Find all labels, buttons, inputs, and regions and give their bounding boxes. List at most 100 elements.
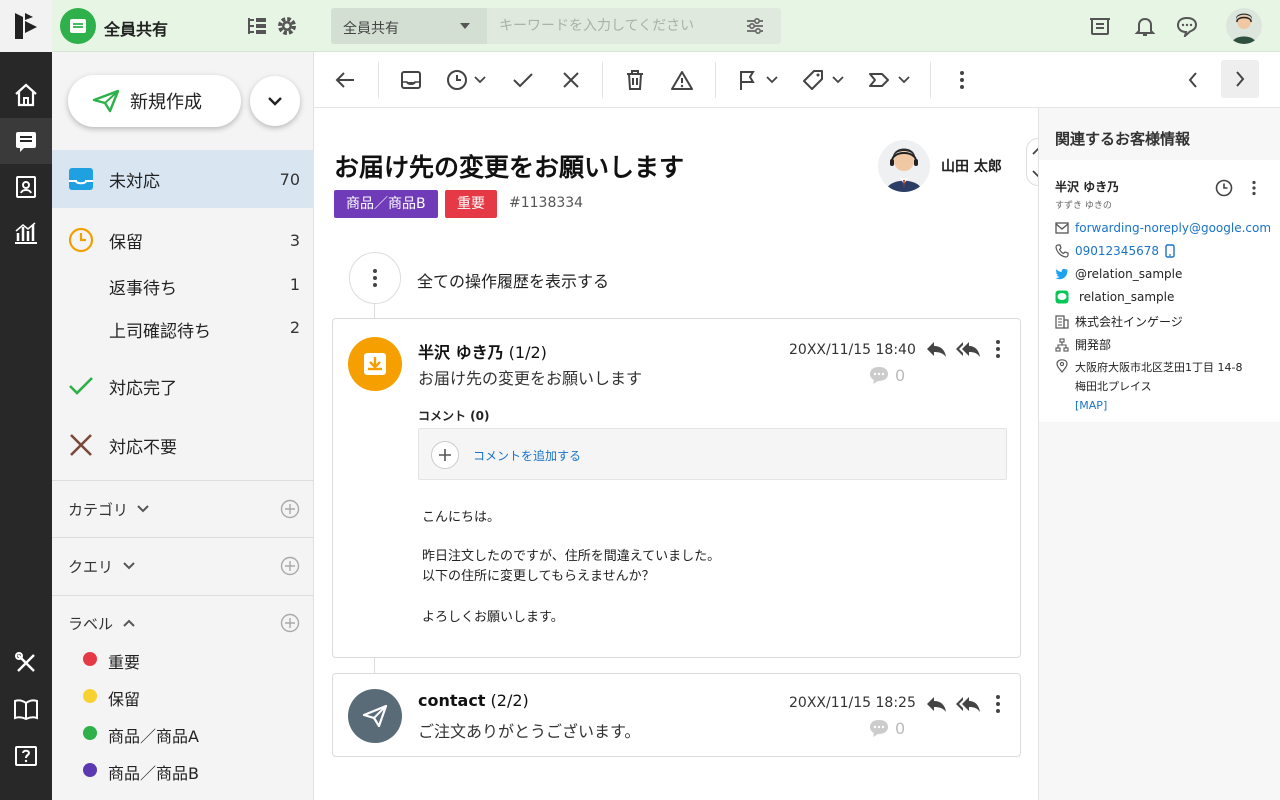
label-item[interactable]: 商品／商品B — [52, 752, 314, 788]
help-icon — [15, 746, 37, 766]
next-message-button[interactable] — [1221, 60, 1259, 98]
rail-settings[interactable] — [0, 640, 52, 686]
sidebar-item-unhandled[interactable]: 未対応 70 — [52, 150, 314, 208]
label-item[interactable]: 重要 — [52, 641, 314, 677]
customer-twitter-value: @relation_sample — [1075, 267, 1183, 281]
search-scope-value: 全員共有 — [343, 21, 399, 37]
plus-icon — [439, 449, 451, 461]
new-message-menu-button[interactable] — [250, 76, 300, 126]
sidebar-item-label: 未対応 — [109, 171, 160, 192]
mark-not-needed-button[interactable] — [562, 66, 580, 94]
delete-button[interactable] — [625, 66, 645, 94]
show-history-label[interactable]: 全ての操作履歴を表示する — [417, 268, 609, 292]
tag-icon — [803, 70, 823, 90]
rail-manual[interactable] — [0, 687, 52, 733]
more-actions-button[interactable] — [959, 66, 965, 94]
map-link[interactable]: [MAP] — [1075, 396, 1242, 415]
category-button[interactable] — [802, 66, 844, 94]
comment-bubble-icon — [870, 367, 888, 384]
warning-icon — [671, 71, 693, 90]
section-title: クエリ — [68, 558, 114, 576]
notifications-button[interactable] — [1133, 14, 1157, 38]
chevron-down-icon — [474, 76, 486, 84]
rail-messages[interactable] — [0, 118, 52, 164]
label-color-dot — [83, 763, 97, 777]
divider — [52, 537, 314, 538]
ticket-label-tag[interactable]: 重要 — [445, 190, 497, 218]
rail-home[interactable] — [0, 72, 52, 118]
sidebar-item-not-needed[interactable]: 対応不要 — [52, 416, 314, 474]
reply-all-icon[interactable] — [955, 695, 981, 713]
sender-line[interactable]: contact (2/2) — [418, 691, 529, 710]
more-vertical-icon[interactable] — [995, 694, 1001, 714]
ticket-category-tag[interactable]: 商品／商品B — [334, 190, 438, 218]
announcements-button[interactable] — [1088, 14, 1112, 38]
more-vertical-icon[interactable] — [995, 339, 1001, 359]
comment-count[interactable]: 0 — [869, 365, 905, 385]
reply-icon[interactable] — [925, 695, 947, 713]
more-vertical-icon — [373, 269, 377, 287]
chat-button[interactable] — [1175, 14, 1199, 38]
reply-all-icon[interactable] — [955, 340, 981, 358]
assignee-avatar[interactable] — [878, 140, 930, 192]
label-color-dot — [83, 726, 97, 740]
more-vertical-icon[interactable] — [1251, 180, 1257, 196]
sidebar-item-completed[interactable]: 対応完了 — [52, 357, 314, 415]
workspace-icon[interactable] — [60, 8, 96, 44]
customer-twitter[interactable]: @relation_sample — [1055, 267, 1182, 281]
sender-line[interactable]: 半沢 ゆき乃 (1/2) — [418, 339, 547, 363]
mark-pending-button[interactable] — [446, 66, 486, 94]
prev-message-button[interactable] — [1187, 66, 1199, 94]
add-category-icon[interactable] — [280, 499, 300, 519]
sidebar-item-awaiting-reply[interactable]: 返事待ち 1 — [52, 263, 314, 305]
chart-icon — [15, 222, 37, 244]
rail-reports[interactable] — [0, 210, 52, 256]
customer-department: 開発部 — [1055, 336, 1111, 353]
sidebar-item-manager-review[interactable]: 上司確認待ち 2 — [52, 306, 314, 348]
send-icon — [362, 704, 388, 728]
reply-icon[interactable] — [925, 340, 947, 358]
customer-phone[interactable]: 09012345678 — [1055, 244, 1175, 258]
mark-complete-button[interactable] — [512, 66, 534, 94]
label-button[interactable] — [868, 66, 910, 94]
comment-count[interactable]: 0 — [869, 718, 905, 738]
rail-help[interactable] — [0, 734, 52, 780]
rail-contacts[interactable] — [0, 164, 52, 210]
section-query[interactable]: クエリ — [52, 546, 314, 586]
label-item[interactable]: 商品／商品A — [52, 715, 314, 751]
label-item[interactable]: 保留 — [52, 678, 314, 714]
spam-button[interactable] — [671, 66, 693, 94]
message-card[interactable]: contact (2/2) ご注文ありがとうございます。 20XX/11/15 … — [332, 673, 1021, 757]
label-icon — [869, 73, 889, 87]
add-comment-box[interactable]: コメントを追加する — [418, 428, 1007, 480]
show-history-button[interactable] — [349, 252, 401, 304]
customer-email[interactable]: forwarding-noreply@google.com — [1055, 221, 1271, 235]
user-avatar[interactable] — [1226, 8, 1262, 44]
app-logo[interactable] — [0, 0, 52, 52]
search-scope-select[interactable]: 全員共有 — [331, 8, 487, 44]
section-label[interactable]: ラベル — [52, 603, 314, 643]
settings-button[interactable] — [275, 14, 299, 38]
add-comment-button[interactable] — [431, 441, 459, 469]
new-message-button[interactable]: 新規作成 — [68, 75, 241, 127]
add-label-icon[interactable] — [280, 613, 300, 633]
mobile-icon — [1165, 244, 1175, 258]
history-clock-icon[interactable] — [1215, 179, 1233, 197]
add-query-icon[interactable] — [280, 556, 300, 576]
flag-button[interactable] — [738, 66, 778, 94]
new-message-label: 新規作成 — [130, 92, 202, 113]
search-input[interactable] — [487, 8, 737, 44]
section-category[interactable]: カテゴリ — [52, 489, 314, 529]
tree-view-button[interactable] — [245, 14, 269, 38]
message-body-line: 以下の住所に変更してもらえませんか？ — [422, 569, 655, 584]
customer-name[interactable]: 半沢 ゆき乃 — [1055, 178, 1119, 195]
search-filter-button[interactable] — [745, 16, 765, 36]
mark-unhandled-button[interactable] — [400, 66, 422, 94]
back-button[interactable] — [334, 66, 356, 94]
add-comment-label[interactable]: コメントを追加する — [473, 447, 581, 464]
customer-line[interactable]: relation_sample — [1055, 290, 1174, 304]
sidebar-item-pending[interactable]: 保留 3 — [52, 211, 314, 269]
workspace-name[interactable]: 全員共有 — [104, 16, 168, 40]
inbox-download-icon — [364, 353, 386, 375]
inbox-tray-icon — [401, 71, 421, 89]
